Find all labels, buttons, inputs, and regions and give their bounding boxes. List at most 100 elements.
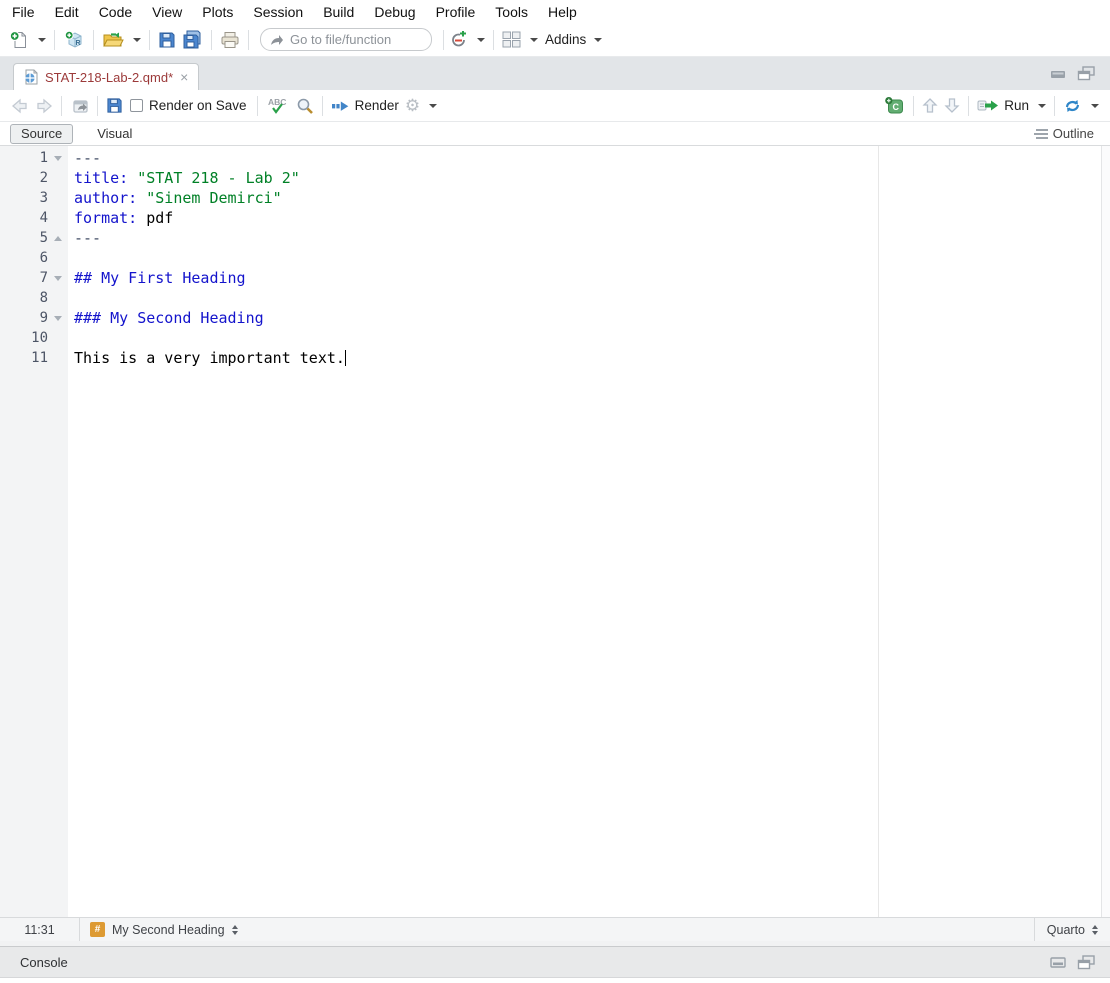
code-line-8[interactable]: 8 xyxy=(0,288,1110,308)
code-line-2[interactable]: 2 title: "STAT 218 - Lab 2" xyxy=(0,168,1110,188)
source-editor[interactable]: 1--- 2 title: "STAT 218 - Lab 2"3author: "… xyxy=(0,146,1110,917)
menu-item-debug[interactable]: Debug xyxy=(364,2,425,22)
version-control-dropdown[interactable] xyxy=(471,26,488,54)
fold-spacer xyxy=(48,248,68,268)
next-section-button[interactable] xyxy=(941,92,963,120)
minimize-pane-icon[interactable] xyxy=(1050,66,1067,81)
save-button[interactable] xyxy=(155,26,179,54)
previous-section-button[interactable] xyxy=(919,92,941,120)
language-label: Quarto xyxy=(1047,923,1085,937)
menu-item-edit[interactable]: Edit xyxy=(45,2,89,22)
fold-up-icon[interactable] xyxy=(48,228,68,248)
open-in-new-window-button[interactable] xyxy=(67,92,92,120)
fold-spacer xyxy=(48,168,68,188)
publish-dropdown[interactable] xyxy=(1085,92,1102,120)
menu-item-file[interactable]: File xyxy=(2,2,45,22)
toolbar-separator xyxy=(968,96,969,116)
console-header[interactable]: Console xyxy=(0,946,1110,978)
code-line-11[interactable]: 11 This is a very important text. xyxy=(0,348,1110,368)
spellcheck-button[interactable]: ABC xyxy=(263,92,293,120)
fold-down-icon[interactable] xyxy=(48,308,68,328)
render-on-save-checkbox[interactable] xyxy=(130,99,143,112)
fold-down-icon[interactable] xyxy=(48,148,68,168)
workspace-panes-button[interactable] xyxy=(499,26,524,54)
open-file-dropdown[interactable] xyxy=(127,26,144,54)
code-line-5[interactable]: 5--- xyxy=(0,228,1110,248)
svg-text:R: R xyxy=(76,40,81,47)
run-dropdown[interactable] xyxy=(1032,92,1049,120)
code-text[interactable]: ### My Second Heading xyxy=(68,309,264,327)
line-number: 2 xyxy=(0,170,48,186)
open-file-button[interactable] xyxy=(99,26,127,54)
scope-selector[interactable]: # My Second Heading xyxy=(80,922,248,937)
code-text[interactable]: --- xyxy=(68,149,101,167)
new-file-icon xyxy=(9,30,29,50)
new-file-button[interactable] xyxy=(6,26,32,54)
render-settings-button[interactable]: ⚙ xyxy=(402,92,423,120)
editor-status-bar: 11:31 # My Second Heading Quarto xyxy=(0,917,1110,941)
menu-item-code[interactable]: Code xyxy=(89,2,142,22)
code-line-3[interactable]: 3author: "Sinem Demirci" xyxy=(0,188,1110,208)
version-control-button[interactable] xyxy=(449,26,471,54)
fold-down-icon[interactable] xyxy=(48,268,68,288)
close-icon[interactable]: × xyxy=(179,70,189,84)
render-button[interactable]: Render xyxy=(328,92,402,120)
new-project-button[interactable]: R xyxy=(60,26,88,54)
menu-item-help[interactable]: Help xyxy=(538,2,587,22)
code-line-7[interactable]: 7## My First Heading xyxy=(0,268,1110,288)
code-line-1[interactable]: 1--- xyxy=(0,148,1110,168)
minimize-pane-icon[interactable] xyxy=(1050,955,1067,969)
cursor-position[interactable]: 11:31 xyxy=(0,918,80,941)
maximize-pane-icon[interactable] xyxy=(1077,66,1096,81)
render-settings-dropdown[interactable] xyxy=(423,92,440,120)
fold-spacer xyxy=(48,288,68,308)
code-text[interactable]: title: "STAT 218 - Lab 2" xyxy=(68,169,300,187)
code-line-6[interactable]: 6 xyxy=(0,248,1110,268)
source-mode-button[interactable]: Source xyxy=(10,124,73,144)
insert-chunk-button[interactable]: C xyxy=(881,92,908,120)
run-button[interactable]: Run xyxy=(974,92,1032,120)
workspace-panes-dropdown[interactable] xyxy=(524,26,541,54)
code-text[interactable]: This is a very important text. xyxy=(68,349,346,367)
back-button[interactable] xyxy=(8,92,32,120)
code-token: --- xyxy=(74,229,101,247)
toolbar-separator xyxy=(443,30,444,50)
visual-mode-button[interactable]: Visual xyxy=(87,125,142,143)
language-mode-selector[interactable]: Quarto xyxy=(1034,918,1110,941)
forward-button[interactable] xyxy=(32,92,56,120)
code-text[interactable]: --- xyxy=(68,229,101,247)
line-number: 11 xyxy=(0,350,48,366)
code-line-10[interactable]: 10 xyxy=(0,328,1110,348)
code-text[interactable]: author: "Sinem Demirci" xyxy=(68,189,282,207)
menu-item-plots[interactable]: Plots xyxy=(192,2,243,22)
code-text[interactable]: format: pdf xyxy=(68,209,173,227)
menu-item-build[interactable]: Build xyxy=(313,2,364,22)
code-line-4[interactable]: 4format: pdf xyxy=(0,208,1110,228)
code-line-9[interactable]: 9### My Second Heading xyxy=(0,308,1110,328)
save-all-button[interactable] xyxy=(179,26,206,54)
toolbar-separator xyxy=(493,30,494,50)
code-token: --- xyxy=(74,149,101,167)
fold-spacer xyxy=(48,208,68,228)
code-text[interactable]: ## My First Heading xyxy=(68,269,246,287)
run-label: Run xyxy=(1004,98,1029,113)
outline-button[interactable]: Outline xyxy=(1033,126,1100,141)
console-title: Console xyxy=(20,955,68,970)
goto-file-input[interactable] xyxy=(290,32,410,47)
print-button[interactable] xyxy=(217,26,243,54)
run-icon xyxy=(977,98,999,113)
new-file-dropdown[interactable] xyxy=(32,26,49,54)
maximize-pane-icon[interactable] xyxy=(1077,955,1096,970)
menu-item-view[interactable]: View xyxy=(142,2,192,22)
svg-text:C: C xyxy=(893,102,900,112)
find-replace-button[interactable] xyxy=(293,92,317,120)
menu-item-tools[interactable]: Tools xyxy=(485,2,538,22)
chevron-down-icon xyxy=(38,38,46,42)
tab-stat-218-lab-2[interactable]: STAT-218-Lab-2.qmd* × xyxy=(13,63,199,90)
menu-item-profile[interactable]: Profile xyxy=(426,2,486,22)
addins-dropdown[interactable] xyxy=(588,26,605,54)
insert-chunk-icon: C xyxy=(884,96,905,115)
menu-item-session[interactable]: Session xyxy=(243,2,313,22)
publish-button[interactable] xyxy=(1060,92,1085,120)
save-document-button[interactable] xyxy=(103,92,126,120)
